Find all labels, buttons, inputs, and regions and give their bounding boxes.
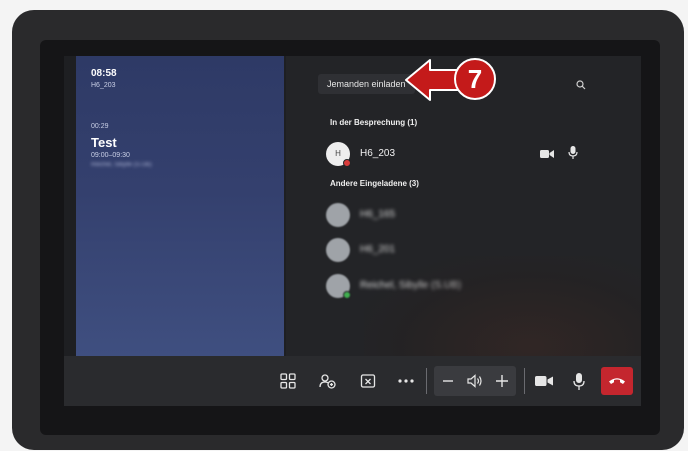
microphone-icon[interactable]: [568, 146, 578, 164]
avatar-initial: H: [335, 149, 341, 158]
volume-control: [434, 366, 516, 396]
room-name: H6_203: [91, 82, 116, 89]
divider: [524, 368, 525, 394]
hangup-button[interactable]: [601, 367, 633, 395]
invite-someone-button[interactable]: Jemanden einladen: [318, 74, 415, 94]
meeting-control-bar: [64, 356, 641, 406]
invited-row[interactable]: H6_165: [326, 203, 606, 227]
presence-available-icon: [343, 291, 351, 299]
avatar: [326, 238, 350, 262]
search-icon[interactable]: [576, 77, 586, 95]
participant-name: H6_203: [360, 148, 396, 159]
meeting-title: Test: [91, 135, 117, 150]
invited-row[interactable]: H6_201: [326, 238, 606, 262]
volume-up-icon[interactable]: [495, 374, 509, 393]
participant-row[interactable]: H H6_203: [326, 142, 606, 167]
microphone-icon[interactable]: [567, 369, 591, 393]
camera-icon[interactable]: [540, 146, 554, 164]
divider: [426, 368, 427, 394]
teams-room-screen: 08:58 H6_203 00:29 Test 09:00–09:30 Reic…: [64, 56, 641, 406]
speaker-icon: [467, 374, 483, 393]
camera-icon[interactable]: [532, 369, 556, 393]
avatar: [326, 203, 350, 227]
invitee-name: H6_165: [360, 209, 396, 220]
invitee-name: Reichel, Sibylle (S.UB): [360, 280, 462, 291]
meeting-countdown: 00:29: [91, 123, 109, 130]
clock: 08:58: [91, 68, 117, 79]
more-icon[interactable]: [394, 369, 418, 393]
share-icon[interactable]: [316, 369, 340, 393]
hangup-icon: [608, 372, 626, 390]
invited-heading: Andere Eingeladene (3): [330, 179, 419, 188]
volume-down-icon[interactable]: [442, 374, 454, 393]
meeting-time: 09:00–09:30: [91, 152, 130, 159]
presence-busy-icon: [343, 159, 351, 167]
callout-number-badge: 7: [454, 58, 496, 100]
layout-icon[interactable]: [276, 369, 300, 393]
stop-share-icon[interactable]: [356, 369, 380, 393]
meeting-organizer: Reichel, Sibylle (S.UB): [91, 162, 152, 168]
invitee-name: H6_201: [360, 244, 396, 255]
invited-row[interactable]: Reichel, Sibylle (S.UB): [326, 274, 606, 299]
in-meeting-heading: In der Besprechung (1): [330, 118, 418, 127]
meeting-info-panel: 08:58 H6_203 00:29 Test 09:00–09:30 Reic…: [76, 56, 284, 356]
avatar: H: [326, 142, 351, 167]
avatar: [326, 274, 351, 299]
